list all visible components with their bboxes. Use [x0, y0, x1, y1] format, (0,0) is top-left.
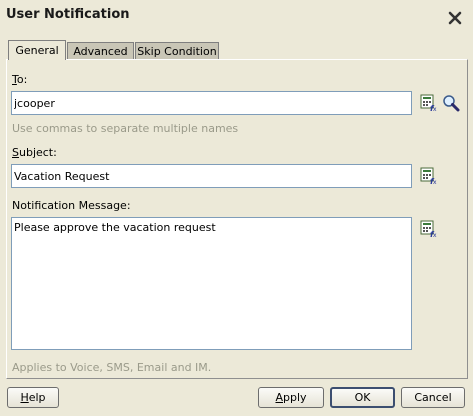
help-button[interactable]: Help — [7, 387, 59, 408]
to-hint: Use commas to separate multiple names — [12, 122, 239, 135]
subject-field[interactable] — [11, 164, 412, 188]
subject-label: Subject: — [12, 146, 57, 159]
cancel-button[interactable]: Cancel — [401, 387, 465, 408]
svg-text:x: x — [433, 106, 437, 112]
svg-text:x: x — [433, 232, 437, 238]
tab-skip-condition[interactable]: Skip Condition — [135, 42, 219, 59]
ok-button[interactable]: OK — [330, 387, 395, 408]
window-title: User Notification — [6, 7, 130, 22]
message-textarea[interactable]: Please approve the vacation request — [11, 217, 412, 350]
close-icon[interactable] — [446, 9, 464, 27]
search-icon[interactable] — [442, 94, 460, 112]
subject-expression-builder-icon[interactable]: f x — [420, 167, 438, 186]
svg-text:x: x — [433, 179, 437, 185]
tab-general[interactable]: General — [8, 40, 66, 60]
to-label: To: — [12, 73, 28, 86]
expression-builder-icon[interactable]: f x — [420, 94, 438, 113]
to-field[interactable] — [11, 91, 412, 115]
apply-button[interactable]: Apply — [258, 387, 324, 408]
tab-advanced[interactable]: Advanced — [67, 42, 134, 59]
message-hint: Applies to Voice, SMS, Email and IM. — [12, 361, 212, 374]
message-expression-builder-icon[interactable]: f x — [420, 220, 438, 239]
message-label: Notification Message: — [12, 199, 131, 212]
